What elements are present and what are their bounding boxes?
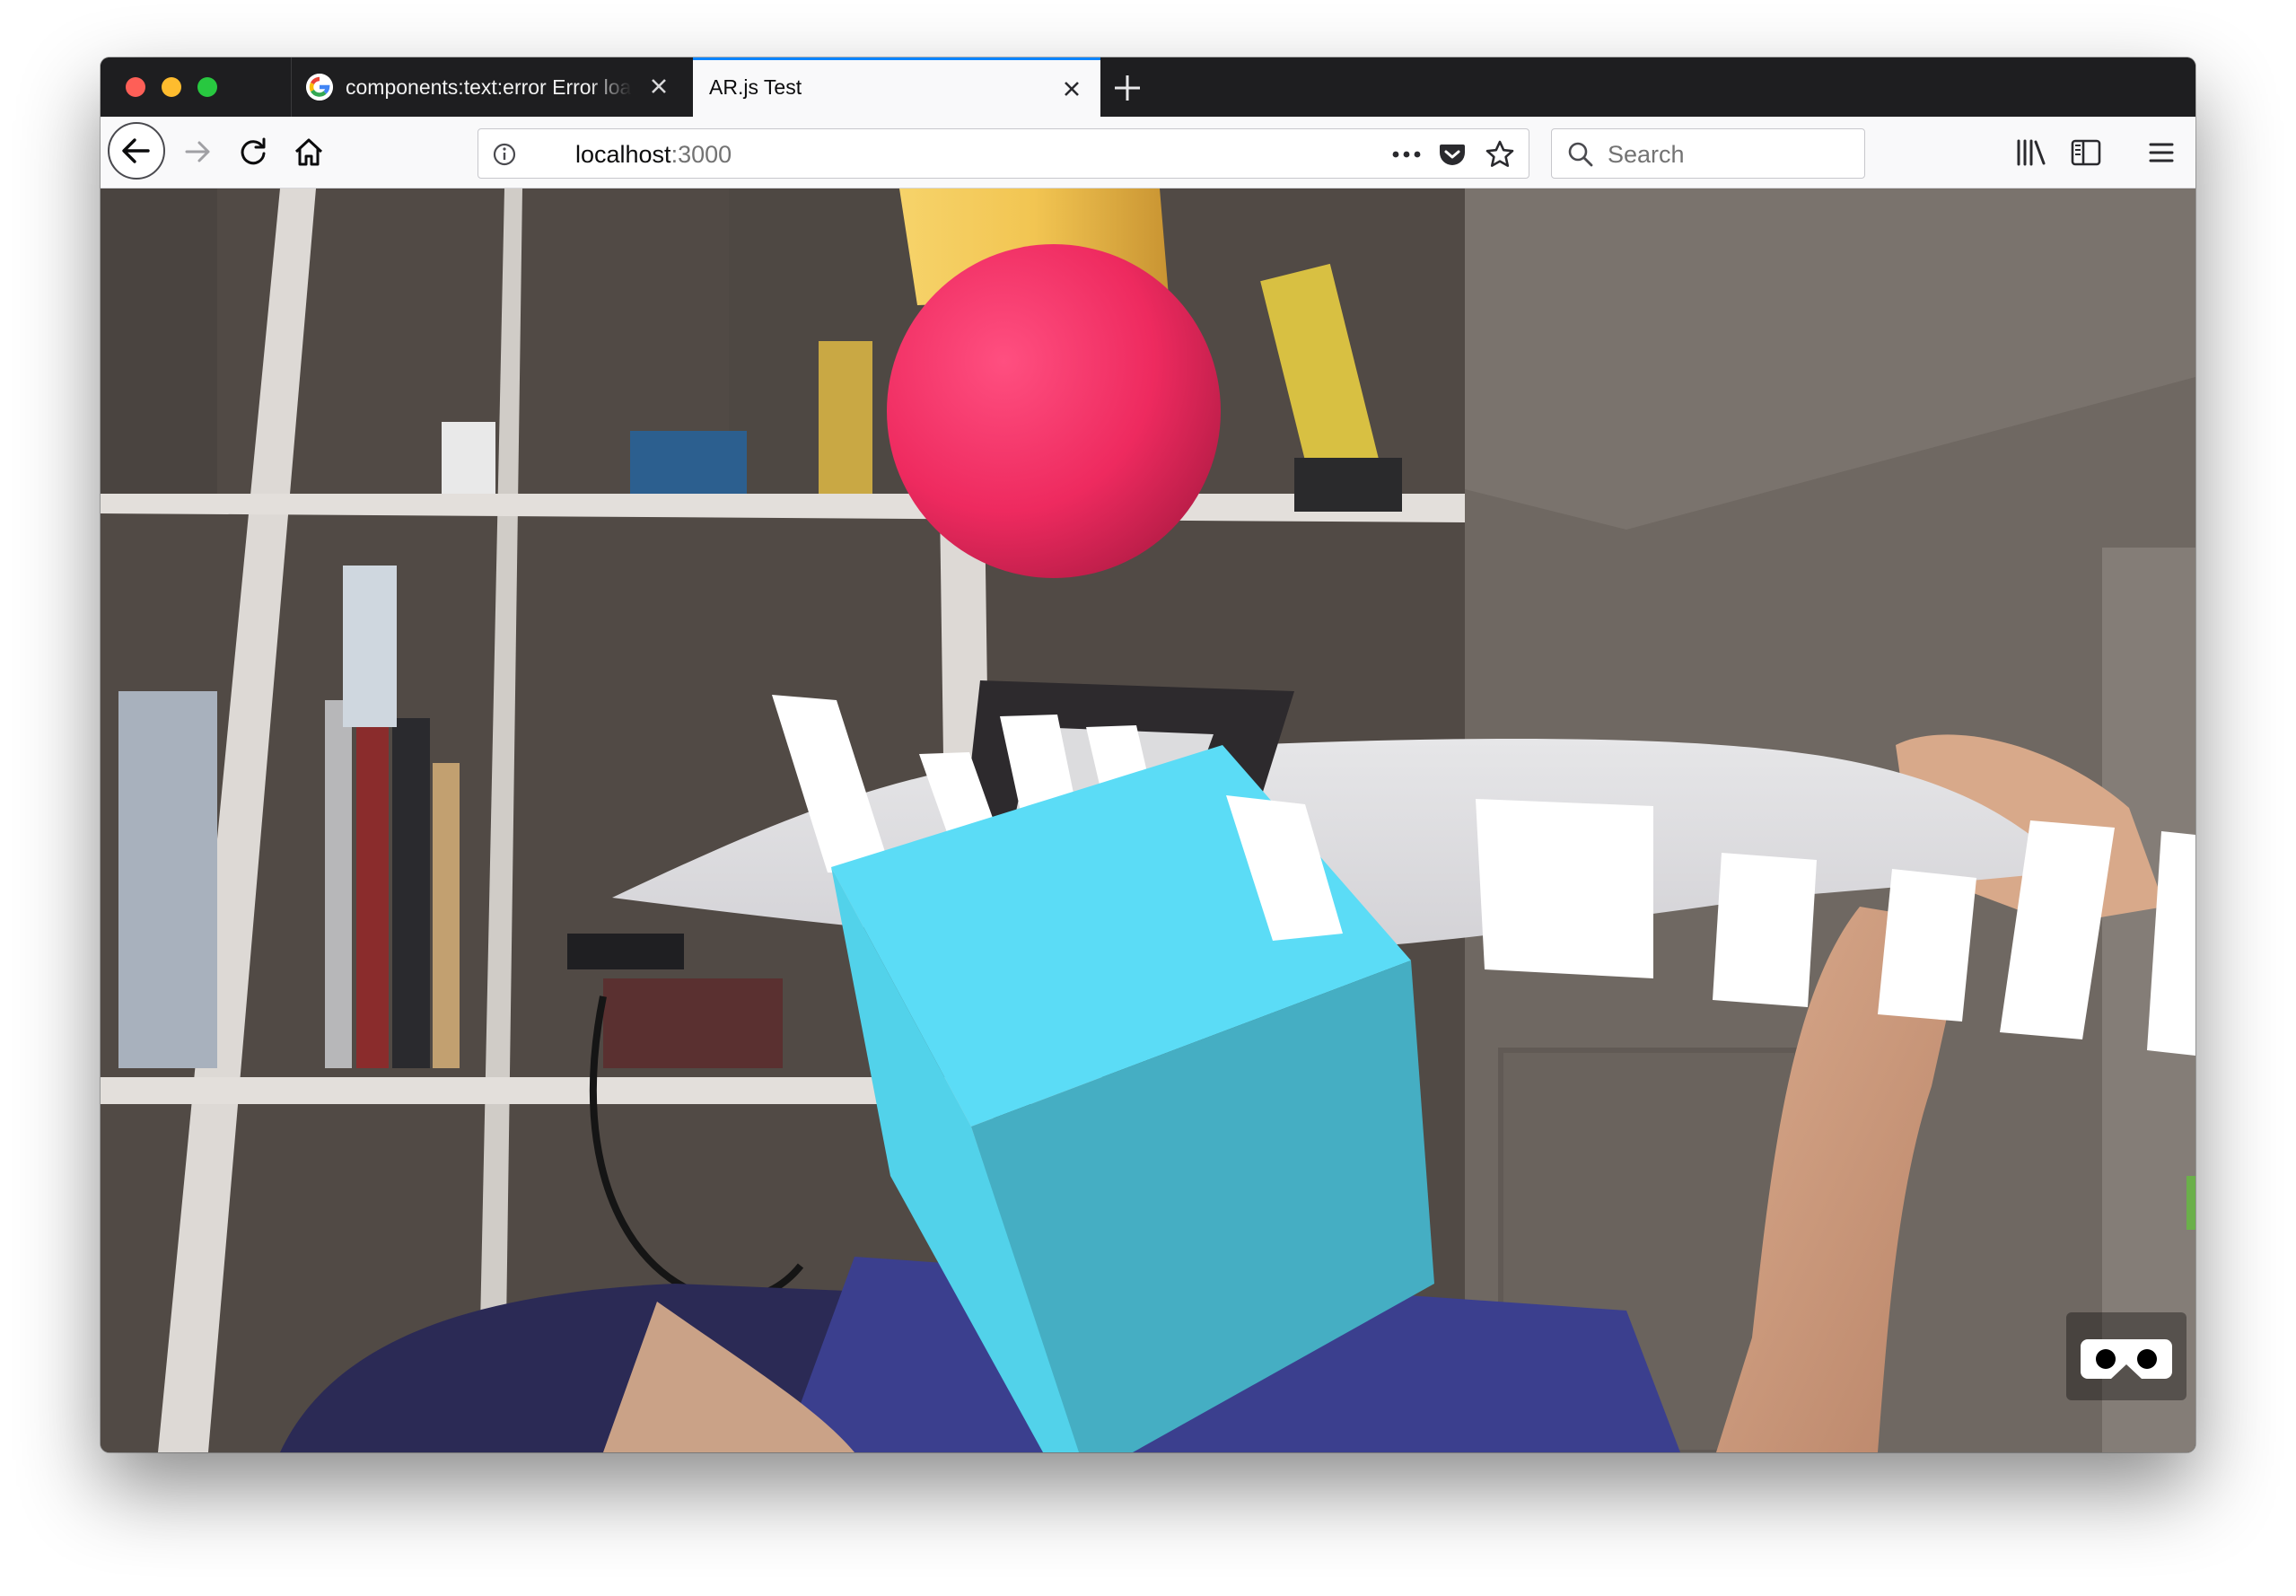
navigation-toolbar: localhost:3000 bbox=[101, 117, 2195, 189]
paper-stack bbox=[118, 691, 217, 1068]
reload-button[interactable] bbox=[228, 127, 278, 177]
tab-components-text-error[interactable]: components:text:error Error loa bbox=[291, 57, 688, 117]
sidebar-icon[interactable] bbox=[2070, 136, 2102, 169]
google-g-icon bbox=[306, 74, 333, 101]
arrow-left-icon bbox=[122, 138, 150, 163]
search-icon bbox=[1568, 142, 1593, 167]
browser-window: components:text:error Error loa AR.js Te… bbox=[101, 57, 2195, 1452]
new-tab-button[interactable] bbox=[1109, 70, 1145, 106]
home-icon bbox=[294, 138, 323, 166]
page-actions-icon[interactable] bbox=[1389, 141, 1424, 168]
enter-vr-button[interactable] bbox=[2066, 1312, 2186, 1400]
tab-title: components:text:error Error loa bbox=[346, 75, 632, 99]
blue-box bbox=[630, 431, 747, 494]
pocket-icon[interactable] bbox=[1437, 139, 1468, 170]
search-bar[interactable] bbox=[1551, 128, 1865, 179]
hamburger-menu-icon[interactable] bbox=[2147, 138, 2176, 167]
reload-icon bbox=[241, 137, 266, 165]
back-button[interactable] bbox=[108, 122, 165, 180]
bookmark-star-icon[interactable] bbox=[1484, 138, 1516, 171]
close-tab-icon[interactable] bbox=[646, 74, 671, 99]
tab-strip: components:text:error Error loa AR.js Te… bbox=[101, 57, 2195, 117]
pink-sphere bbox=[887, 244, 1221, 578]
url-bar[interactable]: localhost:3000 bbox=[478, 128, 1529, 179]
tab-title: AR.js Test bbox=[709, 75, 802, 99]
url-text[interactable]: localhost:3000 bbox=[575, 141, 732, 169]
minimize-window-button[interactable] bbox=[162, 77, 181, 97]
close-window-button[interactable] bbox=[126, 77, 145, 97]
ar-scene-canvas[interactable] bbox=[101, 189, 2195, 1452]
ar-scene-viewport[interactable] bbox=[101, 189, 2195, 1452]
vr-headset-icon bbox=[2081, 1339, 2172, 1379]
tab-ar-js-test[interactable]: AR.js Test bbox=[693, 57, 1100, 117]
search-input[interactable] bbox=[1606, 136, 1852, 172]
arrow-right-icon bbox=[185, 141, 210, 162]
home-button[interactable] bbox=[284, 127, 334, 177]
green-sticker bbox=[2186, 1176, 2195, 1230]
forward-button[interactable] bbox=[172, 127, 223, 177]
info-icon[interactable] bbox=[491, 141, 518, 168]
zoom-window-button[interactable] bbox=[197, 77, 217, 97]
close-tab-icon[interactable] bbox=[1059, 76, 1084, 101]
library-icon[interactable] bbox=[2014, 136, 2050, 169]
